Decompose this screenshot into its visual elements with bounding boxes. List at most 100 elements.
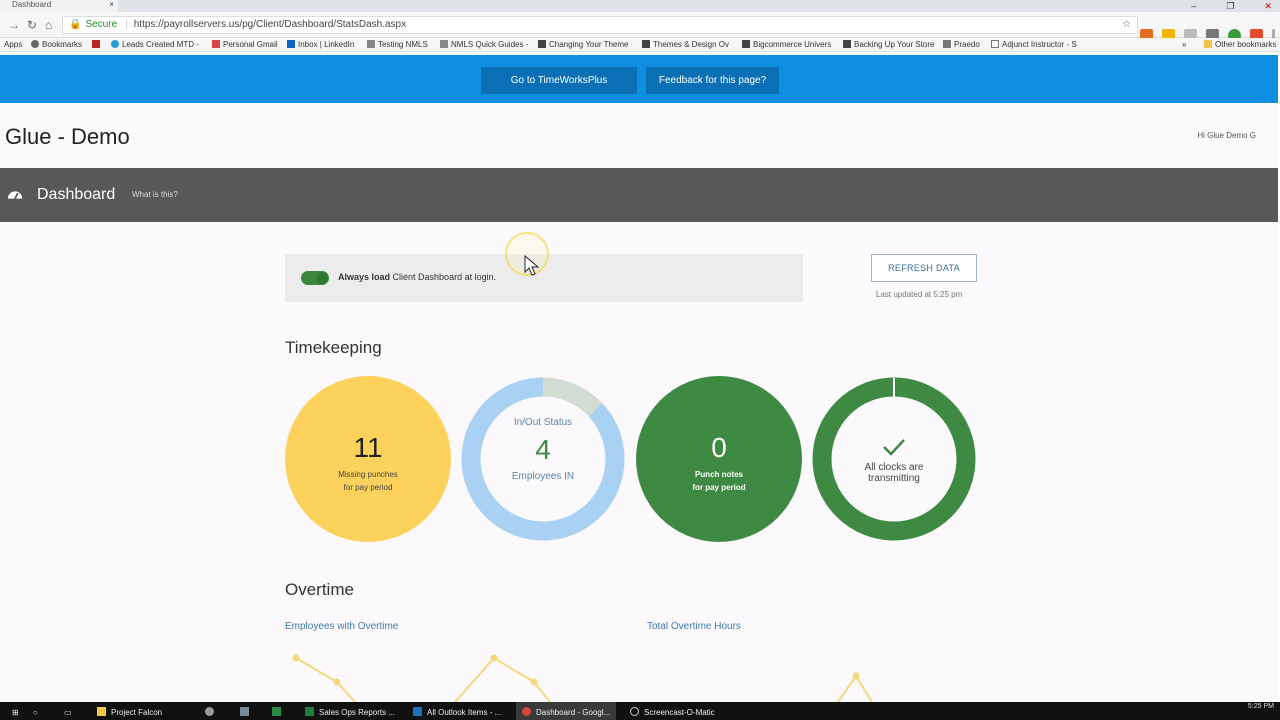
windows-taskbar: ⊞ ○ ▭ Project Falcon Sales Ops Reports .… (0, 702, 1280, 720)
bookmark-icon (943, 40, 951, 48)
system-clock[interactable]: 5:25 PM (1248, 703, 1274, 711)
bookmarks-overflow-icon[interactable]: » (1182, 40, 1186, 49)
title-bar: Glue - Demo Hi Glue Demo G (0, 103, 1278, 168)
bookmark-icon (440, 40, 448, 48)
feedback-button[interactable]: Feedback for this page? (646, 67, 779, 94)
browser-tab-dashboard[interactable]: Dashboard × (0, 0, 118, 12)
total-overtime-hours-link[interactable]: Total Overtime Hours (647, 621, 741, 632)
main-content: Always load Client Dashboard at login. R… (0, 222, 1278, 702)
page-icon (991, 40, 999, 48)
bookmark-star-icon[interactable]: ☆ (1122, 17, 1131, 33)
in-out-status-tile[interactable]: In/Out Status 4 Employees IN (460, 376, 626, 542)
lock-icon: 🔒 (69, 19, 82, 30)
refresh-data-button[interactable]: REFRESH DATA (871, 254, 977, 282)
mouse-pointer-icon (524, 255, 540, 276)
url-input[interactable]: 🔒 Secure | https://payrollservers.us/pg/Cli… (62, 16, 1138, 34)
minimize-icon[interactable]: – (1191, 0, 1196, 12)
linkedin-icon (287, 40, 295, 48)
tab-title: Dashboard (12, 0, 52, 9)
bookmark-item[interactable]: Inbox | LinkedIn (287, 40, 354, 49)
taskbar-item[interactable]: All Outlook Items - ... (413, 702, 501, 720)
dashboard-header: Dashboard What is this? (0, 168, 1278, 222)
always-load-label: Always load Client Dashboard at login. (338, 272, 497, 282)
bookmark-item[interactable]: Adjunct Instructor - S (991, 40, 1077, 49)
last-updated-text: Last updated at 5:25 pm (876, 290, 963, 299)
employees-overtime-link[interactable]: Employees with Overtime (285, 621, 398, 632)
bookmark-item[interactable] (92, 40, 103, 49)
outlook-icon (413, 707, 422, 716)
window-close-icon[interactable]: ✕ (1264, 0, 1272, 12)
punch-notes-count: 0 (711, 432, 727, 463)
overtime-title: Overtime (285, 580, 354, 599)
page-title: Glue - Demo (5, 124, 130, 149)
task-view-icon[interactable]: ▭ (64, 702, 72, 720)
overtime-charts-partial (292, 654, 873, 702)
browser-tab-bar: Dashboard × – ❐ ✕ (0, 0, 1280, 12)
data-point (852, 672, 860, 680)
search-icon[interactable]: ○ (33, 702, 38, 720)
bookmarks-bar: Apps Bookmarks Leads Created MTD - Perso… (0, 38, 1280, 52)
bookmark-apps[interactable]: Apps (4, 40, 22, 49)
clocks-status-tile[interactable]: All clocks are transmitting (811, 376, 977, 542)
salesforce-icon (111, 40, 119, 48)
data-point (292, 654, 300, 662)
home-icon[interactable]: ⌂ (45, 18, 52, 32)
missing-punches-tile[interactable]: 11 Missing punches for pay period (285, 376, 451, 542)
dashboard-title: Dashboard (37, 186, 116, 203)
bookmark-item[interactable]: Personal Gmail (212, 40, 278, 49)
start-icon[interactable]: ⊞ (12, 702, 19, 720)
restore-icon[interactable]: ❐ (1226, 0, 1234, 12)
tab-close-icon[interactable]: × (109, 0, 114, 10)
back-icon[interactable]: → (8, 18, 20, 32)
screen: Dashboard × – ❐ ✕ → ↻ ⌂ 🔒 Secure | https://… (0, 0, 1280, 720)
missing-punches-count: 11 (353, 432, 383, 463)
bookmark-icon (742, 40, 750, 48)
reload-icon[interactable]: ↻ (27, 18, 37, 32)
bookmark-item[interactable]: Bookmarks (31, 40, 82, 49)
taskbar-app-icon[interactable] (240, 702, 254, 720)
overtime-hours-line (837, 674, 873, 702)
punch-notes-tile[interactable]: 0 Punch notes for pay period (636, 376, 802, 542)
what-is-this-link[interactable]: What is this? (132, 190, 178, 199)
secure-label: Secure (85, 19, 118, 30)
employees-in-count: 4 (535, 434, 551, 465)
bookmark-item[interactable]: Changing Your Theme (538, 40, 628, 49)
bookmark-item[interactable]: Praedo (943, 40, 980, 49)
top-action-bar: Go to TimeWorksPlus Feedback for this pa… (0, 55, 1278, 103)
bookmark-icon (538, 40, 546, 48)
user-greeting[interactable]: Hi Glue Demo G (1197, 131, 1256, 140)
bookmark-other[interactable]: Other bookmarks (1204, 40, 1276, 49)
taskbar-item[interactable]: Sales Ops Reports ... (305, 702, 395, 720)
bookmark-icon (642, 40, 650, 48)
bookmark-item[interactable]: Themes & Design Ov (642, 40, 729, 49)
clocks-caption: All clocks are transmitting (864, 462, 924, 484)
data-point (490, 654, 498, 662)
always-load-toggle[interactable] (301, 271, 329, 285)
star-icon (31, 40, 39, 48)
bookmark-item[interactable]: Backing Up Your Store (843, 40, 935, 49)
in-out-label: In/Out Status (513, 417, 573, 428)
bookmark-item[interactable]: Testing NMLS (367, 40, 428, 49)
gmail-icon (212, 40, 220, 48)
employees-in-caption: Employees IN (511, 471, 575, 482)
taskbar-app-icon[interactable] (205, 702, 219, 720)
clocks-ring-track (812, 377, 976, 541)
bookmark-item[interactable]: Leads Created MTD - (111, 40, 199, 49)
taskbar-app-icon[interactable] (272, 702, 286, 720)
folder-icon (1204, 40, 1212, 48)
employees-overtime-line (295, 657, 356, 702)
taskbar-item-active[interactable]: Dashboard - Googl... (516, 702, 616, 720)
screencast-icon (630, 707, 639, 716)
chrome-icon (522, 707, 531, 716)
window-controls: – ❐ ✕ (1191, 0, 1272, 12)
taskbar-item[interactable]: Screencast-O-Matic (630, 702, 715, 720)
taskbar-item[interactable]: Project Falcon (97, 702, 162, 720)
timekeeping-title: Timekeeping (285, 338, 382, 357)
address-bar: → ↻ ⌂ 🔒 Secure | https://payrollservers.us/… (0, 12, 1280, 42)
url-text: https://payrollservers.us/pg/Client/Dash… (133, 19, 407, 30)
excel-icon (305, 707, 314, 716)
bookmark-item[interactable]: Bigcommerce Univers (742, 40, 831, 49)
bookmark-item[interactable]: NMLS Quick Guides - (440, 40, 528, 49)
timeworks-button[interactable]: Go to TimeWorksPlus (481, 67, 637, 94)
checkmark-icon (883, 439, 905, 456)
